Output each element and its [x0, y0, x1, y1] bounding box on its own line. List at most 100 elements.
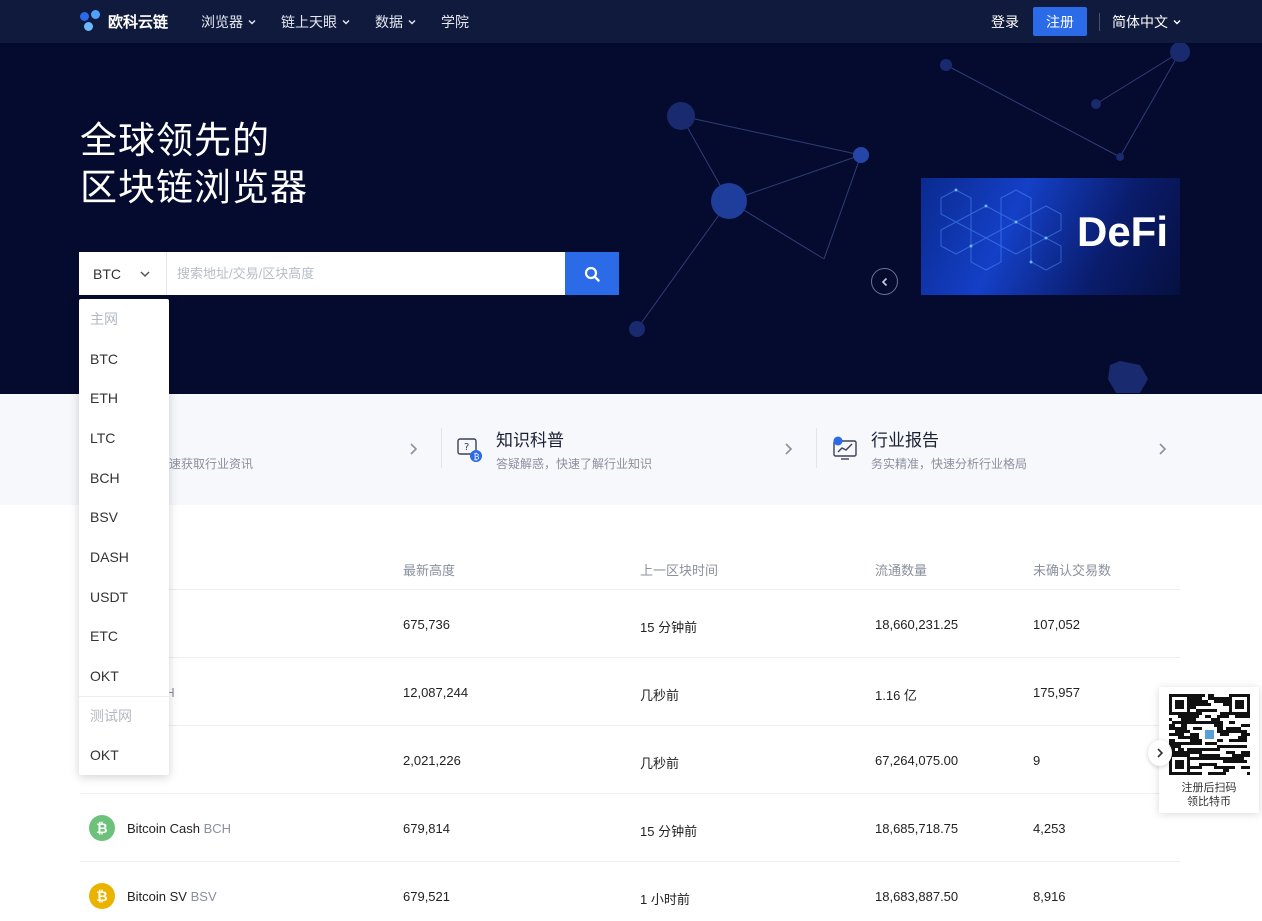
chevron-left-icon: [881, 277, 887, 286]
dropdown-option[interactable]: USDT: [79, 577, 169, 617]
cell-supply: 1.16 亿: [875, 688, 917, 703]
nav-menu: 浏览器 链上天眼 数据 学院: [201, 0, 469, 43]
feature-divider: [816, 428, 817, 468]
svg-text:?: ?: [464, 442, 469, 453]
dropdown-mainnet-list: BTC ETH LTC BCH BSV DASH USDT ETC OKT: [79, 339, 169, 696]
nav-item-data[interactable]: 数据: [375, 12, 417, 32]
cell-last-block: 15 分钟前: [640, 824, 698, 839]
chevron-down-icon: [342, 19, 350, 24]
coin-symbol: BCH: [203, 821, 232, 836]
cell-supply: 18,660,231.25: [875, 617, 959, 632]
svg-text:₿: ₿: [474, 453, 480, 462]
brand-name: 欧科云链: [108, 13, 169, 31]
qr-caption-line: 领比特币: [1187, 796, 1231, 808]
nav-item-explorer[interactable]: 浏览器: [201, 12, 257, 32]
cell-unconfirmed: 8,916: [1033, 889, 1066, 904]
chevron-down-icon: [408, 19, 416, 24]
feature-title: 知识科普: [496, 431, 564, 450]
language-selector[interactable]: 简体中文: [1112, 12, 1182, 32]
table-row[interactable]: ₿ BTC 675,736 15 分钟前 18,660,231.25 107,0…: [80, 590, 1180, 658]
feature-strip: 递 、快速获取行业资讯 ? ₿ 知识科普 答疑解惑，快速了解行业知识 行业报告 …: [0, 394, 1262, 505]
nav-item-academy[interactable]: 学院: [441, 12, 469, 32]
header-height: 最新高度: [403, 563, 456, 578]
coin-name[interactable]: Bitcoin Cash BCH: [127, 821, 231, 836]
dropdown-option[interactable]: BCH: [79, 458, 169, 498]
defi-banner[interactable]: DeFi: [921, 178, 1180, 295]
top-navbar: 欧科云链 浏览器 链上天眼 数据 学院 登录 注册 简体中文: [0, 0, 1262, 43]
dropdown-option[interactable]: DASH: [79, 537, 169, 577]
hero-title-line: 区块链浏览器: [80, 167, 308, 208]
cell-height[interactable]: 679,521: [403, 889, 450, 904]
nav-item-onchain[interactable]: 链上天眼: [281, 12, 351, 32]
cell-unconfirmed: 175,957: [1033, 685, 1080, 700]
coin-name[interactable]: Bitcoin SV BSV: [127, 889, 217, 904]
chain-dropdown: 主网 BTC ETH LTC BCH BSV DASH USDT ETC OKT 测试网 OKT: [79, 299, 169, 775]
dropdown-option[interactable]: OKT: [79, 736, 169, 776]
header-supply: 流通数量: [875, 563, 928, 578]
header-last-block: 上一区块时间: [640, 563, 719, 578]
chain-select[interactable]: BTC: [79, 252, 167, 295]
nav-right: 登录 注册 简体中文: [991, 0, 1182, 43]
nav-item-label: 学院: [441, 13, 469, 30]
feature-subtitle: 务实精准，快速分析行业格局: [871, 457, 1028, 471]
carousel-prev-button[interactable]: [871, 268, 898, 295]
feature-knowledge[interactable]: ? ₿ 知识科普 答疑解惑，快速了解行业知识: [456, 424, 652, 474]
table-row[interactable]: Ξ um ETH 12,087,244 几秒前 1.16 亿 175,957: [80, 658, 1180, 726]
coin-fullname: Bitcoin Cash: [127, 821, 200, 836]
dropdown-option[interactable]: BSV: [79, 497, 169, 537]
chevron-down-icon: [1173, 19, 1181, 24]
chevron-right-icon[interactable]: [408, 442, 418, 456]
dropdown-option[interactable]: LTC: [79, 418, 169, 458]
search-input[interactable]: [167, 252, 565, 295]
dropdown-option[interactable]: ETH: [79, 378, 169, 418]
nav-item-label: 数据: [375, 13, 403, 30]
qr-collapse-button[interactable]: [1148, 740, 1172, 766]
nav-divider: [1099, 12, 1100, 31]
cell-height[interactable]: 679,814: [403, 821, 450, 836]
cell-last-block: 几秒前: [640, 756, 680, 771]
cell-supply: 67,264,075.00: [875, 753, 959, 768]
dropdown-testnet-list: OKT: [79, 736, 169, 776]
login-link[interactable]: 登录: [991, 12, 1019, 32]
question-bubble-icon: ? ₿: [457, 438, 482, 462]
nav-item-label: 链上天眼: [281, 13, 337, 30]
qr-panel: 注册后扫码 领比特币: [1159, 687, 1259, 813]
cell-height[interactable]: 12,087,244: [403, 685, 468, 700]
hero-title: 全球领先的 区块链浏览器: [80, 117, 308, 211]
cell-unconfirmed: 9: [1033, 753, 1041, 768]
chain-table: 最新高度 上一区块时间 流通数量 未确认交易数 ₿ BTC 675,736 15…: [80, 545, 1180, 921]
chevron-down-icon: [248, 19, 256, 24]
chevron-down-icon: [140, 270, 150, 277]
cell-supply: 18,685,718.75: [875, 821, 959, 836]
search-button[interactable]: [565, 252, 619, 295]
cell-last-block: 15 分钟前: [640, 620, 698, 635]
chevron-right-icon[interactable]: [1157, 442, 1167, 456]
chevron-right-icon: [1157, 748, 1164, 758]
feature-reports[interactable]: 行业报告 务实精准，快速分析行业格局: [831, 424, 1027, 474]
register-button[interactable]: 注册: [1033, 7, 1087, 36]
chevron-right-icon[interactable]: [783, 442, 793, 456]
table-body: ₿ BTC 675,736 15 分钟前 18,660,231.25 107,0…: [80, 590, 1180, 921]
feature-title: 行业报告: [871, 431, 939, 450]
qr-caption: 注册后扫码 领比特币: [1159, 781, 1259, 809]
coin-symbol: BSV: [190, 889, 217, 904]
brand-logo[interactable]: 欧科云链: [80, 10, 168, 32]
table-row[interactable]: Ł n LTC 2,021,226 几秒前 67,264,075.00 9: [80, 726, 1180, 794]
dropdown-option[interactable]: OKT: [79, 656, 169, 696]
cell-last-block: 几秒前: [640, 688, 680, 703]
search-icon: [584, 266, 600, 282]
dropdown-group-testnet: 测试网: [79, 695, 169, 736]
dropdown-option[interactable]: BTC: [79, 339, 169, 379]
dropdown-option[interactable]: ETC: [79, 617, 169, 657]
table-row[interactable]: ₿ Bitcoin Cash BCH 679,814 15 分钟前 18,685…: [80, 794, 1180, 862]
feature-divider: [441, 428, 442, 468]
cell-unconfirmed: 4,253: [1033, 821, 1066, 836]
logo-mark-icon: [80, 10, 102, 32]
table-row[interactable]: ₿ Bitcoin SV BSV 679,521 1 小时前 18,683,88…: [80, 862, 1180, 921]
coin-icon: ₿: [89, 883, 115, 909]
table-header: 最新高度 上一区块时间 流通数量 未确认交易数: [80, 545, 1180, 590]
cell-height[interactable]: 2,021,226: [403, 753, 461, 768]
qr-caption-line: 注册后扫码: [1181, 782, 1237, 794]
cell-height[interactable]: 675,736: [403, 617, 450, 632]
nav-item-label: 浏览器: [201, 13, 243, 30]
